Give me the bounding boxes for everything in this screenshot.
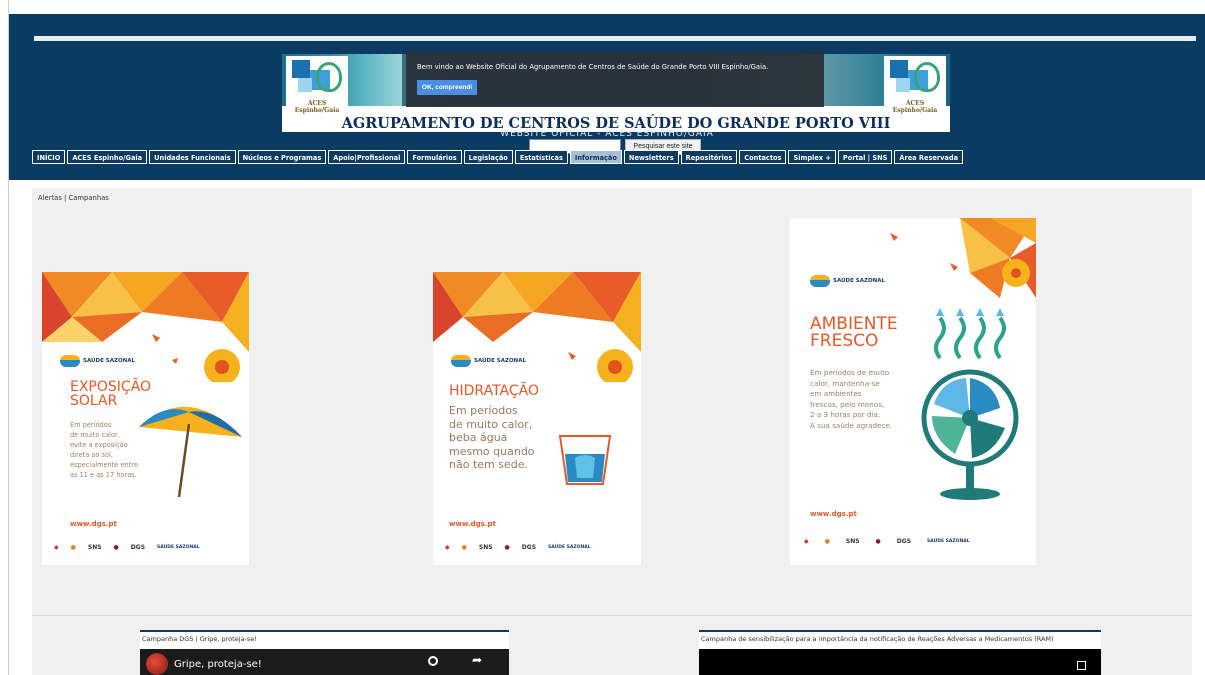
nav-item-10[interactable]: Repositórios <box>680 150 738 164</box>
cloud-sun-icon <box>60 355 80 367</box>
cookie-message: Bem vindo ao Website Oficial do Agrupame… <box>417 63 769 71</box>
saude-sazonal-logo: SAÚDE SAZONAL <box>451 355 526 367</box>
nav-item-6[interactable]: Legislação <box>463 150 513 164</box>
poster-body: Em períodos de muito calor, mantenha-se … <box>810 368 893 430</box>
video-block-gripe: Campanha DGS | Gripe, proteja-se! Gripe,… <box>140 630 509 675</box>
nav-item-11[interactable]: Contactos <box>739 150 787 164</box>
poster-hidratacao[interactable]: SAÚDE SAZONAL HIDRATAÇÃO Em períodos de … <box>433 272 641 565</box>
cookie-accept-button[interactable]: OK, compreendi <box>417 80 477 95</box>
aces-logo-right: ACES Espinho/Gaia <box>884 56 946 116</box>
nav-item-3[interactable]: Núcleos e Programas <box>237 150 327 164</box>
poster-body: Em períodos de muito calor, evite a expo… <box>70 421 138 479</box>
channel-avatar <box>146 653 168 675</box>
header-rule <box>34 36 1196 41</box>
video-caption: Campanha de sensibilização para a import… <box>701 635 1054 643</box>
poster-exposicao-solar[interactable]: SAÚDE SAZONAL EXPOSIÇÃO SOLAR Em período… <box>42 272 249 565</box>
poster-ambiente-fresco[interactable]: SAÚDE SAZONAL AMBIENTE FRESCO Em período… <box>790 218 1036 565</box>
poster-title: HIDRATAÇÃO <box>449 383 540 399</box>
section-divider <box>32 615 1192 616</box>
fan-illustration <box>921 308 1019 500</box>
logo-label: ACES Espinho/Gaia <box>294 100 340 114</box>
nav-item-5[interactable]: Formulários <box>407 150 462 164</box>
saude-sazonal-logo: SAÚDE SAZONAL <box>810 275 885 287</box>
poster-footer-logos: ◆ ● SNS ● DGS SAÚDE SAZONAL <box>54 544 200 551</box>
video-player-ram[interactable] <box>699 649 1101 675</box>
video-block-ram: Campanha de sensibilização para a import… <box>699 630 1101 675</box>
nav-item-4[interactable]: Apoio|Profissional <box>328 150 406 164</box>
poster-title: AMBIENTE FRESCO <box>810 314 898 351</box>
open-external-icon[interactable] <box>1077 661 1086 670</box>
cloud-sun-icon <box>810 275 830 287</box>
nav-item-2[interactable]: Unidades Funcionais <box>149 150 236 164</box>
breadcrumb: Alertas | Campanhas <box>38 194 109 202</box>
heart-icon <box>914 62 940 92</box>
poster-body: Em períodos de muito calor, beba água me… <box>449 404 535 471</box>
nav-item-13[interactable]: Portal | SNS <box>837 150 893 164</box>
water-glass-illustration <box>558 435 612 485</box>
nav-item-8[interactable]: Informação <box>569 150 622 164</box>
poster-url: www.dgs.pt <box>810 510 857 518</box>
main-content: Alertas | Campanhas SAÚDE SAZONAL EXPOSI… <box>32 188 1192 675</box>
nav-item-14[interactable]: Área Reservada <box>894 150 964 164</box>
nav-item-7[interactable]: Estatísticas <box>514 150 568 164</box>
poster-url: www.dgs.pt <box>70 520 117 528</box>
site-subtitle: WEBSITE OFICIAL - ACES ESPINHO/GAIA <box>500 129 714 139</box>
saude-sazonal-logo: SAÚDE SAZONAL <box>60 355 135 367</box>
nav-item-9[interactable]: Newsletters <box>623 150 679 164</box>
watch-later-icon[interactable] <box>428 656 438 666</box>
cloud-sun-icon <box>451 355 471 367</box>
poster-url: www.dgs.pt <box>449 520 496 528</box>
poster-footer-logos: ◆ ● SNS ● DGS SAÚDE SAZONAL <box>445 544 591 551</box>
aces-logo-left: ACES Espinho/Gaia <box>286 56 348 116</box>
share-icon[interactable]: ➦ <box>472 653 482 667</box>
video-title[interactable]: Gripe, proteja-se! <box>174 659 262 670</box>
poster-footer-logos: ◆ ● SNS ● DGS SAÚDE SAZONAL <box>804 538 970 545</box>
nav-item-12[interactable]: Simplex + <box>788 150 836 164</box>
video-caption: Campanha DGS | Gripe, proteja-se! <box>142 635 257 643</box>
poster-decoration <box>890 218 1036 298</box>
nav-item-0[interactable]: INÍCIO <box>32 150 66 164</box>
video-player-gripe[interactable]: Gripe, proteja-se! ➦ <box>140 649 509 675</box>
main-nav: INÍCIO ACES Espinho/Gaia Unidades Funciona… <box>32 150 964 164</box>
cookie-consent-banner: Bem vindo ao Website Oficial do Agrupame… <box>406 51 824 107</box>
nav-item-1[interactable]: ACES Espinho/Gaia <box>67 150 148 164</box>
umbrella-illustration <box>139 406 242 498</box>
heart-icon <box>316 62 342 92</box>
logo-label: ACES Espinho/Gaia <box>892 100 938 114</box>
